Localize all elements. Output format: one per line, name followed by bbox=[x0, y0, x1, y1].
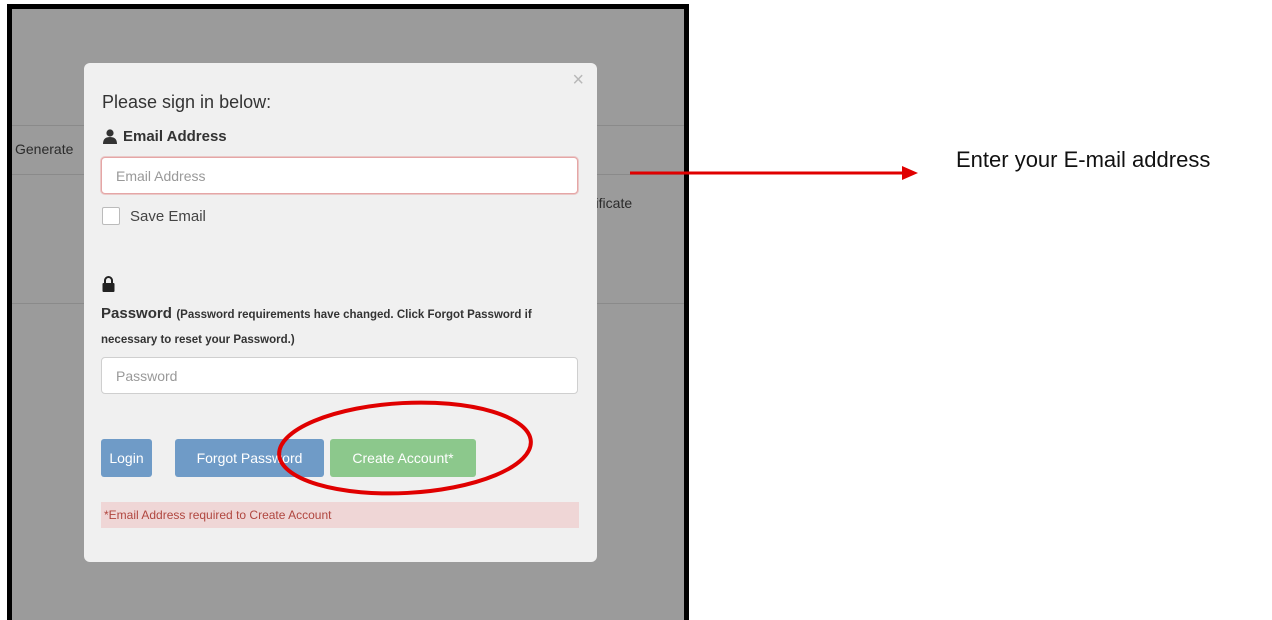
save-email-row[interactable]: Save Email bbox=[102, 207, 206, 225]
email-label-row: Email Address bbox=[102, 128, 227, 145]
email-label: Email Address bbox=[123, 128, 227, 145]
annotation-text: Enter your E-mail address bbox=[956, 147, 1211, 172]
password-label: Password bbox=[101, 305, 172, 322]
annotation-arrow bbox=[630, 166, 918, 180]
user-icon bbox=[103, 129, 117, 144]
close-icon[interactable]: × bbox=[572, 69, 584, 92]
login-button[interactable]: Login bbox=[101, 439, 152, 477]
create-account-alert: *Email Address required to Create Accoun… bbox=[101, 502, 579, 528]
lock-icon bbox=[102, 276, 115, 292]
email-input[interactable] bbox=[101, 157, 578, 194]
password-input[interactable] bbox=[101, 357, 578, 394]
highlight-ellipse bbox=[277, 400, 533, 496]
modal-title: Please sign in below: bbox=[102, 92, 272, 112]
save-email-checkbox[interactable] bbox=[102, 207, 120, 225]
password-label-block: Password (Password requirements have cha… bbox=[101, 302, 571, 352]
background-nav-label: Generate bbox=[15, 141, 74, 157]
save-email-label: Save Email bbox=[130, 207, 206, 225]
